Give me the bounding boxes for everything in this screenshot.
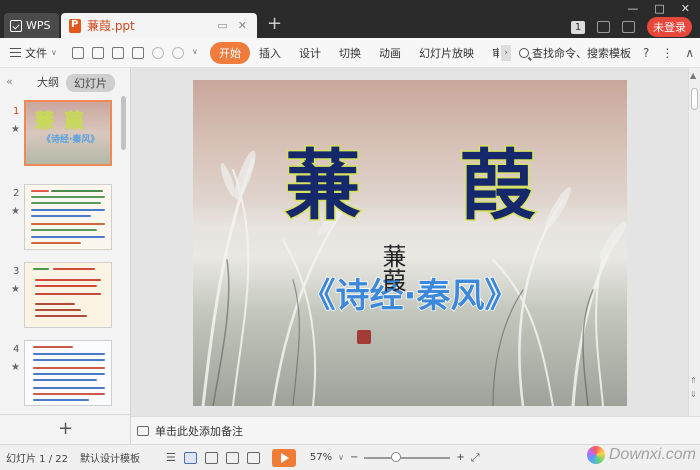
zoom-control: 57% ∨ − + ⤢: [310, 451, 480, 465]
search-icon: [519, 47, 529, 58]
watermark-text: Downxi.com: [608, 446, 696, 463]
new-tab-button[interactable]: +: [267, 15, 282, 33]
notes-view-icon[interactable]: [246, 451, 260, 464]
editor-scrollbar[interactable]: ▲ ⇑ ⇓: [688, 68, 700, 416]
slide-title[interactable]: 蒹 葭: [193, 124, 627, 234]
file-menu-label: 文件: [25, 46, 47, 60]
slide-number: 1: [13, 106, 20, 117]
ppt-file-icon: [69, 18, 81, 33]
login-button[interactable]: 未登录: [647, 17, 692, 37]
notes-icon: [137, 425, 149, 436]
tab-animation[interactable]: 动画: [370, 45, 410, 61]
help-icon[interactable]: ?: [643, 46, 649, 60]
zoom-level[interactable]: 57%: [310, 452, 332, 463]
scroll-down-page-icon[interactable]: ⇓: [690, 390, 697, 399]
thumbnail-subtitle: 《诗经·秦风》: [42, 135, 100, 145]
zoom-out-button[interactable]: −: [350, 452, 358, 463]
thumbnail-scrollbar[interactable]: [121, 96, 126, 150]
slide-counter: 幻灯片 1 / 22: [6, 454, 68, 465]
tab-wps-home[interactable]: WPS: [4, 13, 59, 38]
tabs-scroll-right-button[interactable]: ›: [501, 44, 511, 61]
tab-review[interactable]: 审阅: [483, 45, 499, 61]
current-slide[interactable]: 蒹 葭 《诗经·秦风》 蒹葭: [193, 80, 627, 406]
print-preview-icon[interactable]: [132, 46, 144, 59]
slide-number: 2: [13, 188, 20, 199]
animation-star-icon: ★: [11, 124, 20, 135]
slide-editor-area: 蒹 葭 《诗经·秦风》 蒹葭: [131, 68, 688, 416]
zoom-in-button[interactable]: +: [456, 452, 464, 463]
animation-star-icon: ★: [11, 362, 20, 373]
watermark-logo-icon: [586, 446, 605, 464]
calligraphy-text: 蒹葭: [378, 244, 406, 292]
quick-access-more-icon[interactable]: ∨: [192, 47, 198, 59]
collapse-ribbon-icon[interactable]: ∧: [685, 46, 694, 60]
file-menu[interactable]: 文件 ∨: [0, 45, 70, 61]
redo-icon[interactable]: [172, 46, 184, 59]
command-search-label: 查找命令、搜索模板: [532, 46, 631, 60]
notes-pane[interactable]: 单击此处添加备注: [131, 416, 700, 444]
scrollbar-thumb[interactable]: [691, 88, 698, 110]
scroll-up-icon[interactable]: ▲: [690, 71, 696, 80]
skin-icon[interactable]: [597, 21, 610, 33]
tab-slides[interactable]: 幻灯片: [66, 74, 115, 92]
slide-number: 4: [13, 344, 20, 355]
status-bar: 幻灯片 1 / 22 默认设计模板 ☰ 57% ∨ − + ⤢ Downxi.c…: [0, 444, 700, 470]
title-bar: WPS 蒹葭.ppt ▭ ✕ + — □ ✕ 1 未登录: [0, 0, 700, 38]
window-count-badge[interactable]: 1: [571, 20, 585, 34]
animation-star-icon: ★: [11, 206, 20, 217]
slide-thumbnail-1[interactable]: 蒹 葭 《诗经·秦风》: [24, 100, 112, 166]
tab-design[interactable]: 设计: [290, 45, 330, 61]
template-name[interactable]: 默认设计模板: [80, 450, 160, 465]
slide-sorter-view-icon[interactable]: [204, 451, 218, 464]
thumbnail-title: 蒹 葭: [35, 110, 86, 133]
collapse-panel-icon[interactable]: «: [6, 75, 13, 88]
tab-wps-label: WPS: [26, 19, 51, 32]
maximize-icon[interactable]: □: [654, 2, 664, 15]
add-slide-button[interactable]: +: [0, 418, 131, 439]
tab-document[interactable]: 蒹葭.ppt ▭ ✕: [61, 13, 257, 38]
align-menu-icon[interactable]: ☰: [166, 451, 176, 464]
notes-placeholder[interactable]: 单击此处添加备注: [155, 423, 243, 439]
minimize-icon[interactable]: —: [627, 2, 638, 15]
slide-subtitle[interactable]: 《诗经·秦风》: [193, 268, 627, 317]
zoom-dropdown-icon[interactable]: ∨: [338, 453, 344, 462]
slide-thumbnail-4[interactable]: [24, 340, 112, 406]
zoom-slider-knob[interactable]: [391, 451, 402, 462]
tab-outline[interactable]: 大纲: [37, 74, 59, 90]
reading-view-icon[interactable]: [225, 451, 239, 464]
hamburger-icon: [10, 48, 21, 57]
fit-window-icon[interactable]: ⤢: [471, 451, 480, 465]
slide-thumbnail-3[interactable]: [24, 262, 112, 328]
slide-thumbnail-2[interactable]: [24, 184, 112, 250]
tab-slideshow[interactable]: 幻灯片放映: [410, 45, 483, 61]
monitor-icon[interactable]: ▭: [217, 19, 227, 32]
tab-insert[interactable]: 插入: [250, 45, 290, 61]
more-options-icon[interactable]: ⋮: [661, 46, 673, 60]
tab-document-label: 蒹葭.ppt: [87, 19, 135, 33]
print-icon[interactable]: [112, 46, 124, 59]
animation-star-icon: ★: [11, 284, 20, 295]
slide-number: 3: [13, 266, 20, 277]
clothes-icon[interactable]: [622, 21, 635, 33]
close-window-icon[interactable]: ✕: [681, 2, 690, 15]
slide-navigation-panel: « 大纲 幻灯片 1 ★ 蒹 葭 《诗经·秦风》 2 ★ 3 ★ 4 ★ +: [0, 68, 131, 444]
wps-logo-icon: [10, 19, 22, 32]
wps-presentation-window: WPS 蒹葭.ppt ▭ ✕ + — □ ✕ 1 未登录 文件 ∨: [0, 0, 700, 470]
zoom-slider[interactable]: [364, 451, 451, 462]
watermark: Downxi.com: [586, 446, 696, 464]
tab-home[interactable]: 开始: [210, 41, 250, 64]
command-search[interactable]: 查找命令、搜索模板: [519, 45, 631, 61]
tab-transition[interactable]: 切换: [330, 45, 370, 61]
ribbon-toolbar: 文件 ∨ ∨ 开始 插入 设计 切换 动画 幻灯片放映 审阅 › 查找命令、搜索…: [0, 38, 700, 68]
export-pdf-icon[interactable]: [92, 46, 104, 59]
red-seal-stamp: [357, 330, 371, 344]
chevron-down-icon: ∨: [51, 48, 57, 57]
normal-view-icon[interactable]: [183, 451, 197, 464]
undo-icon[interactable]: [152, 46, 164, 59]
close-tab-icon[interactable]: ✕: [238, 19, 247, 32]
scroll-up-page-icon[interactable]: ⇑: [690, 376, 697, 385]
save-icon[interactable]: [72, 46, 84, 59]
play-slideshow-button[interactable]: [271, 448, 296, 467]
